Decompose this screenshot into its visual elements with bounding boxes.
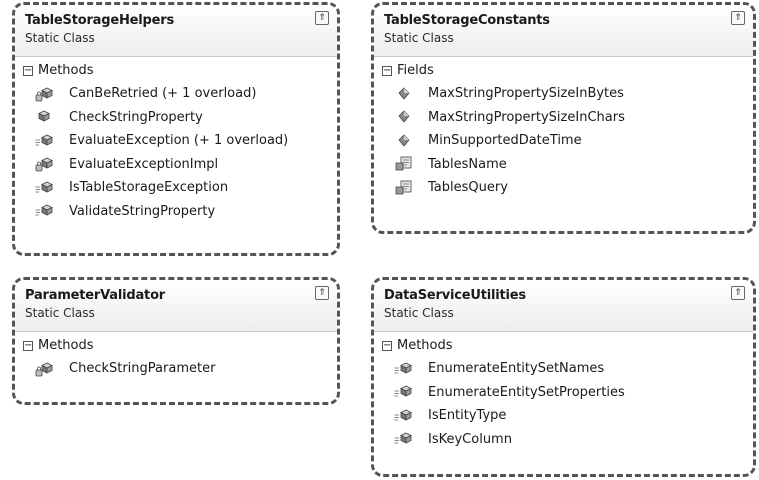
member-row[interactable]: TablesQuery <box>374 176 753 200</box>
internal-method-icon <box>35 179 55 197</box>
collapse-chevron-icon[interactable]: ⇑ <box>731 286 745 300</box>
member-row[interactable]: MinSupportedDateTime <box>374 129 753 153</box>
member-row[interactable]: CanBeRetried (+ 1 overload) <box>15 82 337 106</box>
constant-field-icon <box>394 179 414 197</box>
member-row[interactable]: IsTableStorageException <box>15 176 337 200</box>
section-header-methods[interactable]: − Methods <box>374 332 753 357</box>
class-header: ParameterValidator Static Class ⇑ <box>15 280 337 332</box>
member-name: EnumerateEntitySetNames <box>428 361 605 377</box>
member-name: EvaluateExceptionImpl <box>69 156 219 172</box>
section-toggle-icon[interactable]: − <box>23 65 33 76</box>
collapse-chevron-icon[interactable]: ⇑ <box>315 286 329 300</box>
internal-method-icon <box>394 360 414 378</box>
constant-field-icon <box>394 155 414 173</box>
member-name: CheckStringProperty <box>69 109 203 125</box>
member-name: MinSupportedDateTime <box>428 133 582 149</box>
member-row[interactable]: IsKeyColumn <box>374 428 753 452</box>
member-row[interactable]: MaxStringPropertySizeInChars <box>374 106 753 130</box>
member-name: ValidateStringProperty <box>69 203 216 219</box>
class-card-parametervalidator[interactable]: ParameterValidator Static Class ⇑ − Meth… <box>12 277 340 405</box>
member-row[interactable]: EnumerateEntitySetNames <box>374 357 753 381</box>
section-toggle-icon[interactable]: − <box>382 340 392 351</box>
class-stereotype: Static Class <box>384 306 454 320</box>
class-stereotype: Static Class <box>25 31 95 45</box>
member-row[interactable]: CheckStringParameter <box>15 357 337 381</box>
member-name: IsKeyColumn <box>428 431 512 447</box>
section-label: Methods <box>397 338 453 353</box>
member-name: IsEntityType <box>428 408 507 424</box>
internal-method-icon <box>35 132 55 150</box>
internal-method-icon <box>394 430 414 448</box>
internal-method-icon <box>394 383 414 401</box>
private-method-icon <box>35 360 55 378</box>
internal-method-icon <box>394 407 414 425</box>
member-name: EnumerateEntitySetProperties <box>428 384 625 400</box>
field-icon <box>394 85 414 103</box>
section-label: Methods <box>38 338 94 353</box>
member-row[interactable]: EnumerateEntitySetProperties <box>374 381 753 405</box>
section-header-fields[interactable]: − Fields <box>374 57 753 82</box>
member-row[interactable]: ValidateStringProperty <box>15 200 337 224</box>
private-method-icon <box>35 155 55 173</box>
member-row[interactable]: MaxStringPropertySizeInBytes <box>374 82 753 106</box>
class-title: DataServiceUtilities <box>384 288 526 303</box>
member-name: MaxStringPropertySizeInBytes <box>428 86 624 102</box>
field-icon <box>394 108 414 126</box>
member-name: CanBeRetried (+ 1 overload) <box>69 86 257 102</box>
class-stereotype: Static Class <box>25 306 95 320</box>
class-card-tablestorageconstants[interactable]: TableStorageConstants Static Class ⇑ − F… <box>371 2 756 234</box>
member-name: IsTableStorageException <box>69 180 229 196</box>
collapse-chevron-icon[interactable]: ⇑ <box>315 11 329 25</box>
section-toggle-icon[interactable]: − <box>382 65 392 76</box>
section-label: Methods <box>38 63 94 78</box>
field-icon <box>394 132 414 150</box>
section-label: Fields <box>397 63 434 78</box>
member-row[interactable]: IsEntityType <box>374 404 753 428</box>
member-name: TablesQuery <box>428 180 508 196</box>
member-row[interactable]: EvaluateException (+ 1 overload) <box>15 129 337 153</box>
member-row[interactable]: CheckStringProperty <box>15 106 337 130</box>
section-header-methods[interactable]: − Methods <box>15 332 337 357</box>
section-toggle-icon[interactable]: − <box>23 340 33 351</box>
class-header: TableStorageConstants Static Class ⇑ <box>374 5 753 57</box>
member-name: EvaluateException (+ 1 overload) <box>69 133 289 149</box>
class-header: DataServiceUtilities Static Class ⇑ <box>374 280 753 332</box>
member-row[interactable]: TablesName <box>374 153 753 177</box>
method-icon <box>35 108 55 126</box>
internal-method-icon <box>35 202 55 220</box>
class-stereotype: Static Class <box>384 31 454 45</box>
member-name: MaxStringPropertySizeInChars <box>428 109 625 125</box>
private-method-icon <box>35 85 55 103</box>
member-name: TablesName <box>428 156 507 172</box>
class-card-dataserviceutilities[interactable]: DataServiceUtilities Static Class ⇑ − Me… <box>371 277 756 477</box>
member-name: CheckStringParameter <box>69 361 216 377</box>
member-row[interactable]: EvaluateExceptionImpl <box>15 153 337 177</box>
collapse-chevron-icon[interactable]: ⇑ <box>731 11 745 25</box>
class-title: TableStorageHelpers <box>25 13 174 28</box>
class-header: TableStorageHelpers Static Class ⇑ <box>15 5 337 57</box>
section-header-methods[interactable]: − Methods <box>15 57 337 82</box>
class-title: ParameterValidator <box>25 288 166 303</box>
class-title: TableStorageConstants <box>384 13 550 28</box>
class-card-tablestoragehelpers[interactable]: TableStorageHelpers Static Class ⇑ − Met… <box>12 2 340 256</box>
